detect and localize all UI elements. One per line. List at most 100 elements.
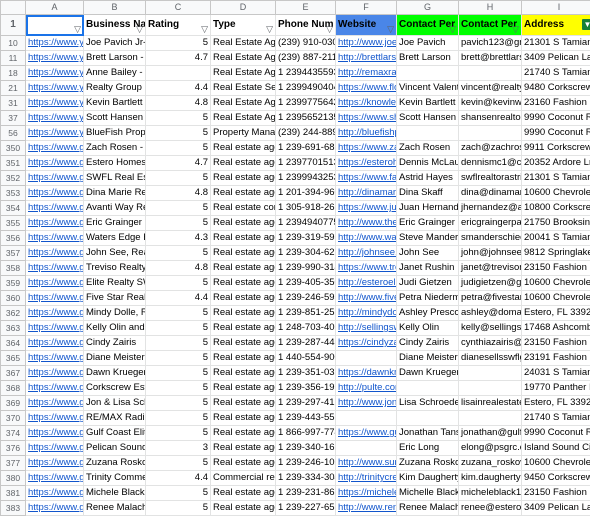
type-cell[interactable]: Commercial real (211, 471, 276, 486)
rating-cell[interactable]: 5 (146, 141, 211, 156)
row-number[interactable]: 374 (1, 426, 26, 441)
address-cell[interactable]: Estero, FL 33928, Unite (522, 396, 590, 411)
contact-name-cell[interactable]: Kim Daugherty (397, 471, 459, 486)
row-number[interactable]: 356 (1, 231, 26, 246)
contact-email-cell[interactable]: zuzana_roskove (459, 456, 522, 471)
address-cell[interactable]: 9990 Coconut Rd Ste B (522, 126, 590, 141)
header-cell-rating[interactable]: Rating▽ (146, 15, 211, 36)
address-cell[interactable]: 21750 Brooksin Ct, Este (522, 216, 590, 231)
rating-cell[interactable]: 5 (146, 126, 211, 141)
type-cell[interactable]: Real Estate Age (211, 96, 276, 111)
rating-cell[interactable]: 5 (146, 321, 211, 336)
listing-url-cell[interactable]: https://www.goo (26, 171, 84, 186)
filter-icon[interactable]: ▽ (266, 19, 273, 36)
type-cell[interactable]: Real estate ager (211, 351, 276, 366)
row-number[interactable]: 37 (1, 111, 26, 126)
website-cell[interactable]: http://bluefishpro (336, 126, 397, 141)
type-cell[interactable]: Property Manag (211, 126, 276, 141)
filter-icon[interactable]: ▽ (449, 19, 456, 36)
type-cell[interactable]: Real estate ager (211, 411, 276, 426)
type-cell[interactable]: Real estate ager (211, 231, 276, 246)
contact-name-cell[interactable]: Dina Skaff (397, 186, 459, 201)
row-number[interactable]: 367 (1, 366, 26, 381)
type-cell[interactable]: Real estate ager (211, 291, 276, 306)
column-header-d[interactable]: D (211, 1, 276, 15)
business-name-cell[interactable]: Kevin Bartlett - K (84, 96, 146, 111)
listing-url-cell[interactable]: https://www.goo (26, 351, 84, 366)
phone-cell[interactable]: 1 239-227-6553 (276, 501, 336, 516)
rating-cell[interactable] (146, 66, 211, 81)
address-cell[interactable]: 23150 Fashion Dr #232 (522, 336, 590, 351)
type-cell[interactable]: Real estate ager (211, 306, 276, 321)
business-name-cell[interactable]: Michele Black R (84, 486, 146, 501)
address-cell[interactable]: 20041 S Tamiami Trl #6 (522, 231, 590, 246)
website-cell[interactable]: https://www.shan (336, 111, 397, 126)
contact-name-cell[interactable] (397, 381, 459, 396)
listing-url-cell[interactable]: https://www.goo (26, 456, 84, 471)
address-cell[interactable]: 9480 Corkscrew Palms (522, 81, 590, 96)
contact-name-cell[interactable]: Steve Manderso (397, 231, 459, 246)
rating-cell[interactable]: 4.3 (146, 231, 211, 246)
contact-email-cell[interactable]: kevin@kevinwba (459, 96, 522, 111)
type-cell[interactable]: Real estate ager (211, 486, 276, 501)
filter-icon[interactable]: ▽ (136, 19, 143, 36)
row-number[interactable]: 370 (1, 411, 26, 426)
address-cell[interactable]: 21740 S Tamiami Trl #1 (522, 411, 590, 426)
website-cell[interactable]: http://www.the23 (336, 216, 397, 231)
contact-name-cell[interactable]: Dennis McLaugh (397, 156, 459, 171)
listing-url-cell[interactable]: https://www.goo (26, 201, 84, 216)
business-name-cell[interactable]: Jon & Lisa Schr (84, 396, 146, 411)
business-name-cell[interactable]: Brett Larson - P (84, 51, 146, 66)
website-cell[interactable]: https://www.gulfc (336, 426, 397, 441)
website-cell[interactable]: http://dinamarier (336, 186, 397, 201)
header-cell-address[interactable]: Address▼ (522, 15, 590, 36)
rating-cell[interactable]: 5 (146, 111, 211, 126)
phone-cell[interactable]: (239) 910-0304 (276, 36, 336, 51)
contact-email-cell[interactable] (459, 126, 522, 141)
contact-email-cell[interactable]: dina@dinamarie (459, 186, 522, 201)
row-number[interactable]: 381 (1, 486, 26, 501)
type-cell[interactable]: Real estate ager (211, 171, 276, 186)
row-number[interactable]: 358 (1, 261, 26, 276)
contact-name-cell[interactable]: Zach Rosen (397, 141, 459, 156)
phone-cell[interactable]: (239) 887-2115 (276, 51, 336, 66)
type-cell[interactable]: Real estate ager (211, 381, 276, 396)
rating-cell[interactable]: 5 (146, 216, 211, 231)
column-header-h[interactable]: H (459, 1, 522, 15)
rating-cell[interactable]: 4.8 (146, 261, 211, 276)
phone-cell[interactable]: 1 239-334-3040 (276, 471, 336, 486)
website-cell[interactable]: http://remaxradia (336, 66, 397, 81)
listing-url-cell[interactable]: https://www.goo (26, 321, 84, 336)
contact-name-cell[interactable]: Juan Hernandez (397, 201, 459, 216)
rating-cell[interactable]: 5 (146, 336, 211, 351)
rating-cell[interactable]: 4.7 (146, 156, 211, 171)
phone-cell[interactable]: 1 239-340-1693 (276, 441, 336, 456)
business-name-cell[interactable]: Estero Homes F (84, 156, 146, 171)
header-cell-contact-person[interactable]: Contact Per▽ (397, 15, 459, 36)
website-cell[interactable] (336, 411, 397, 426)
listing-url-cell[interactable]: https://www.yelp (26, 126, 84, 141)
contact-email-cell[interactable]: brett@brettlarso (459, 51, 522, 66)
business-name-cell[interactable]: Elite Realty SWF (84, 276, 146, 291)
business-name-cell[interactable]: Corkscrew Estat (84, 381, 146, 396)
contact-name-cell[interactable]: Brett Larson (397, 51, 459, 66)
listing-url-cell[interactable]: https://www.goo (26, 426, 84, 441)
address-cell[interactable]: 17468 Ashcomb Wy, Es (522, 321, 590, 336)
contact-name-cell[interactable]: John See (397, 246, 459, 261)
contact-name-cell[interactable] (397, 66, 459, 81)
listing-url-cell[interactable]: https://www.yelp (26, 66, 84, 81)
address-cell[interactable]: 9812 Springlake Cir, Este (522, 246, 590, 261)
website-cell[interactable]: https://www.zach (336, 141, 397, 156)
phone-cell[interactable]: 1 2394435593 (276, 66, 336, 81)
phone-cell[interactable]: 1 866-997-7744 (276, 426, 336, 441)
rating-cell[interactable]: 5 (146, 246, 211, 261)
listing-url-cell[interactable]: https://www.yelp (26, 51, 84, 66)
address-cell[interactable]: 21301 S Tamiami Trl #3 (522, 171, 590, 186)
phone-cell[interactable]: 1 239-297-4128 (276, 396, 336, 411)
type-cell[interactable]: Real estate ager (211, 186, 276, 201)
contact-email-cell[interactable]: swflrealtorastrid (459, 171, 522, 186)
type-cell[interactable]: Real estate ager (211, 441, 276, 456)
type-cell[interactable]: Real estate ager (211, 276, 276, 291)
rating-cell[interactable]: 5 (146, 171, 211, 186)
filter-icon[interactable]: ▽ (201, 19, 208, 36)
